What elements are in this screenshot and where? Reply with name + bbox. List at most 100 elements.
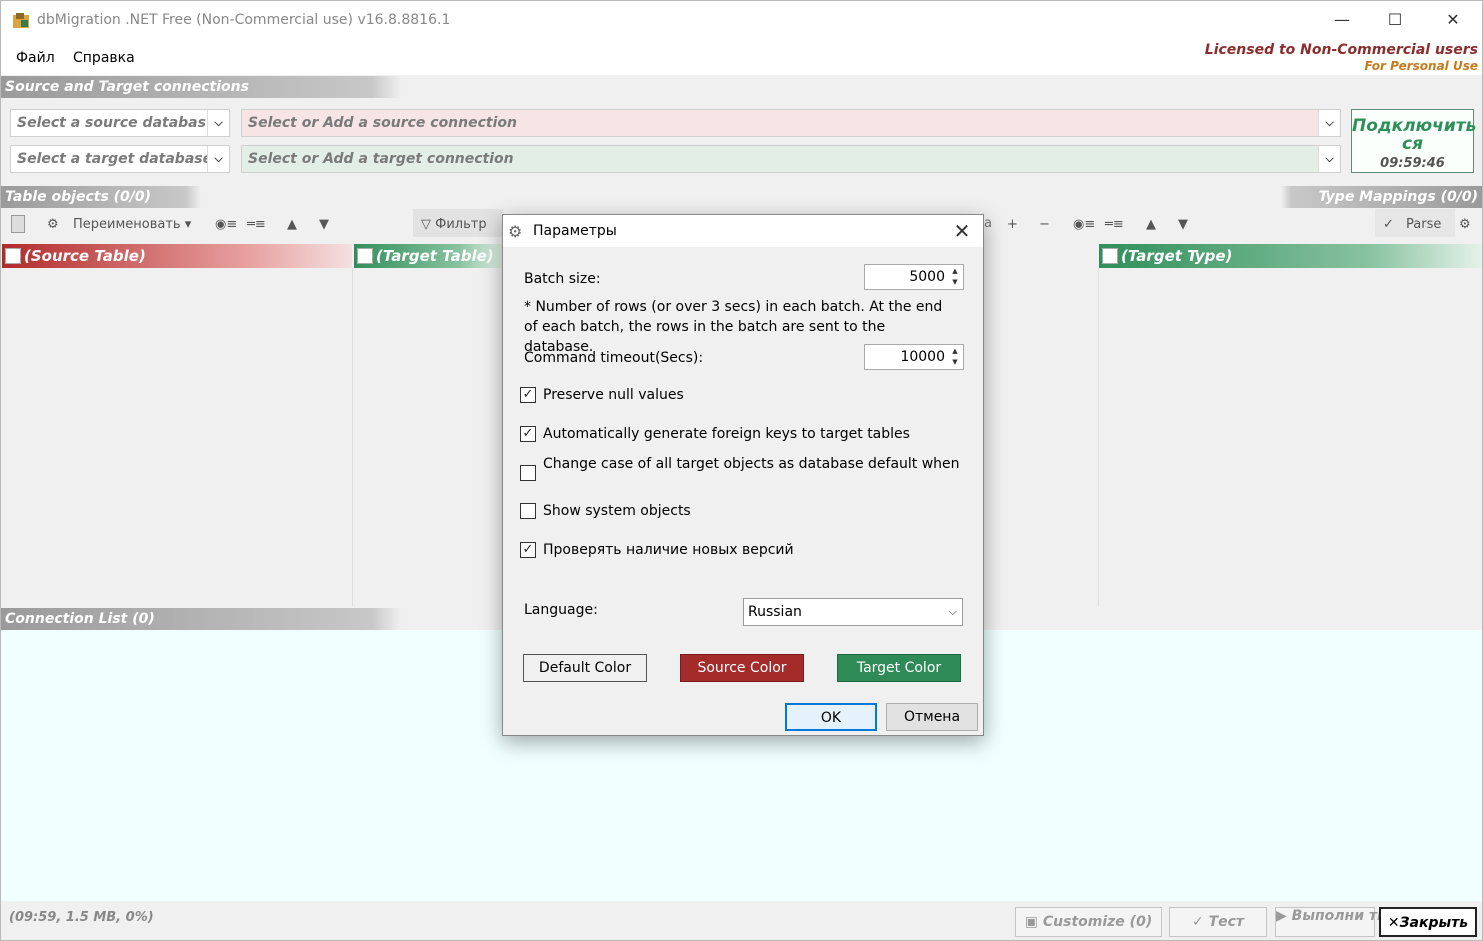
add-icon[interactable]: + — [1007, 215, 1018, 235]
foreign-keys-checkbox[interactable]: ✓ — [520, 426, 536, 442]
table-objects-header: Table objects (0/0) — [1, 186, 741, 208]
move-left-icon[interactable]: ═≡ — [247, 215, 266, 235]
move-up-icon[interactable]: ▲ — [287, 215, 297, 235]
default-color-button[interactable]: Default Color — [523, 654, 647, 682]
target-table-label: (Target Table) — [376, 247, 494, 265]
change-case-checkbox[interactable] — [520, 465, 536, 481]
filter-button[interactable]: ▽ Фильтр — [421, 215, 487, 235]
chevron-down-icon: ⌵ — [1318, 146, 1340, 172]
target-color-button[interactable]: Target Color — [837, 654, 961, 682]
system-objects-label: Show system objects — [543, 503, 691, 519]
target-connection-select[interactable]: Select or Add a target connection ⌵ — [241, 145, 1341, 173]
column-divider — [352, 268, 353, 606]
customize-label: Customize (0) — [1042, 914, 1153, 930]
language-label: Language: — [524, 602, 598, 618]
parse-label: Parse — [1406, 217, 1442, 232]
source-connection-placeholder: Select or Add a source connection — [248, 115, 517, 131]
rename-label: Переименовать — [73, 217, 181, 232]
system-objects-checkbox[interactable] — [520, 503, 536, 519]
parse-button[interactable]: ✓ Parse — [1383, 215, 1441, 235]
source-database-select[interactable]: Select a source databas ⌵ — [10, 109, 230, 137]
move-right-icon[interactable]: ◉≡ — [215, 215, 237, 235]
move-left-icon[interactable]: ═≡ — [1105, 215, 1124, 235]
change-case-label: Change case of all target objects as dat… — [543, 456, 960, 472]
table-icon — [5, 248, 21, 264]
settings-icon[interactable]: ⚙ — [1459, 215, 1471, 235]
source-table-column[interactable]: (Source Table) — [2, 244, 352, 268]
filter-label: Фильтр — [435, 217, 487, 232]
close-icon: ✕ — [1387, 915, 1400, 931]
language-value: Russian — [748, 604, 802, 620]
target-connection-placeholder: Select or Add a target connection — [248, 151, 514, 167]
chevron-down-icon: ⌵ — [207, 146, 229, 172]
target-type-label: (Target Type) — [1121, 247, 1233, 265]
parse-icon: ✓ — [1383, 217, 1394, 232]
column-divider — [1098, 268, 1099, 606]
target-database-placeholder: Select a target database — [17, 151, 213, 167]
source-connection-select[interactable]: Select or Add a source connection ⌵ — [241, 109, 1341, 137]
cancel-button[interactable]: Отмена — [886, 703, 978, 731]
check-updates-checkbox[interactable]: ✓ — [520, 542, 536, 558]
move-down-icon[interactable]: ▼ — [1178, 215, 1188, 235]
timeout-value: 10000 — [900, 349, 945, 365]
test-button[interactable]: ✓ Тест — [1169, 907, 1267, 937]
spinner-arrows-icon[interactable]: ▲ ▼ — [948, 266, 962, 288]
dialog-close-button[interactable]: ✕ — [949, 218, 975, 244]
table-icon — [1102, 248, 1118, 264]
check-icon: ✓ — [1191, 914, 1204, 930]
rename-button[interactable]: Переименовать ▾ — [73, 215, 191, 235]
source-table-label: (Source Table) — [24, 247, 146, 265]
window-title: dbMigration .NET Free (Non-Commercial us… — [37, 12, 451, 28]
batch-size-input[interactable]: 5000 ▲ ▼ — [864, 264, 964, 290]
menu-file[interactable]: Файл — [10, 48, 61, 68]
foreign-keys-label: Automatically generate foreign keys to t… — [543, 426, 910, 442]
license-subtext: For Personal Use — [1364, 59, 1478, 73]
spinner-arrows-icon[interactable]: ▲ ▼ — [948, 346, 962, 368]
source-color-button[interactable]: Source Color — [680, 654, 804, 682]
menu-help[interactable]: Справка — [67, 48, 141, 68]
preserve-null-label: Preserve null values — [543, 387, 684, 403]
chevron-down-icon: ⌵ — [1318, 110, 1340, 136]
chevron-down-icon: ⌵ — [207, 110, 229, 136]
run-label: Выполни ть — [1291, 908, 1386, 924]
timeout-input[interactable]: 10000 ▲ ▼ — [864, 344, 964, 370]
connect-button[interactable]: Подключить ся 09:59:46 — [1351, 109, 1476, 173]
partial-column-text: a — [984, 216, 992, 231]
close-button[interactable]: ✕Закрыть — [1379, 907, 1477, 937]
run-button[interactable]: ▶ Выполни ть — [1275, 907, 1386, 937]
move-down-icon[interactable]: ▼ — [319, 215, 329, 235]
app-icon — [11, 11, 31, 31]
batch-size-value: 5000 — [909, 269, 945, 285]
test-label: Тест — [1208, 914, 1245, 930]
target-database-select[interactable]: Select a target database ⌵ — [10, 145, 230, 173]
run-icon: ▶ — [1276, 908, 1287, 924]
connect-time: 09:59:46 — [1380, 156, 1445, 171]
move-right-icon[interactable]: ◉≡ — [1073, 215, 1095, 235]
remove-icon[interactable]: − — [1039, 215, 1050, 235]
status-text: (09:59, 1.5 MB, 0%) — [9, 910, 154, 925]
source-database-placeholder: Select a source databas — [17, 115, 206, 131]
rename-icon: ⚙ — [47, 217, 59, 232]
table-icon — [357, 248, 373, 264]
target-type-column[interactable]: (Target Type) — [1099, 244, 1482, 268]
refresh-icon[interactable] — [11, 215, 25, 233]
filter-icon: ▽ — [421, 217, 431, 232]
settings-dialog: ⚙ Параметры ✕ Batch size: 5000 ▲ ▼ * Numb… — [502, 214, 984, 736]
language-select[interactable]: Russian ⌵ — [743, 598, 963, 626]
dialog-title: Параметры — [533, 223, 617, 239]
check-updates-label: Проверять наличие новых версий — [543, 542, 794, 558]
gear-icon: ⚙ — [508, 222, 523, 241]
chevron-down-icon: ▾ — [184, 217, 192, 232]
app-window: dbMigration .NET Free (Non-Commercial us… — [0, 0, 1483, 941]
batch-size-label: Batch size: — [524, 271, 601, 287]
move-up-icon[interactable]: ▲ — [1146, 215, 1156, 235]
ok-button[interactable]: OK — [785, 703, 877, 731]
minimize-button[interactable]: — — [1319, 1, 1365, 39]
close-window-button[interactable]: ✕ — [1430, 1, 1476, 39]
connections-header: Source and Target connections — [1, 76, 1482, 98]
target-table-column[interactable]: (Target Table) — [354, 244, 504, 268]
maximize-button[interactable]: ☐ — [1372, 1, 1418, 39]
customize-button[interactable]: ▣ Customize (0) — [1015, 907, 1162, 937]
close-label: Закрыть — [1399, 915, 1469, 931]
preserve-null-checkbox[interactable]: ✓ — [520, 387, 536, 403]
